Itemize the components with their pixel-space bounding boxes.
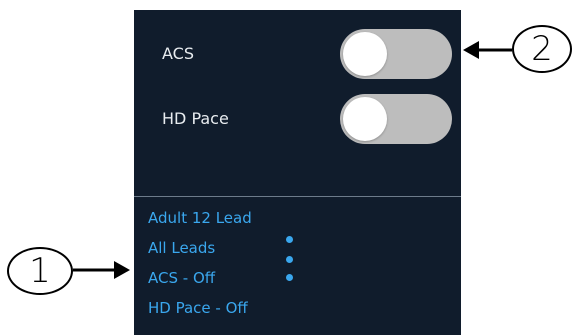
callout-2-arrow: [463, 41, 512, 59]
acs-toggle-row: ACS: [134, 29, 461, 79]
hd-pace-toggle-switch[interactable]: [340, 94, 452, 144]
callout-1-arrow: [73, 261, 130, 279]
hd-pace-toggle-knob: [343, 97, 387, 141]
acs-label: ACS: [162, 44, 194, 63]
hd-pace-toggle-row: HD Pace: [134, 94, 461, 144]
hd-pace-label: HD Pace: [162, 109, 229, 128]
dot: [286, 274, 293, 281]
acs-toggle-knob: [343, 32, 387, 76]
status-item-lead-config: Adult 12 Lead: [148, 209, 252, 227]
acs-toggle-switch[interactable]: [340, 29, 452, 79]
status-item-hd-pace: HD Pace - Off: [148, 299, 248, 317]
panel-divider: [134, 196, 461, 197]
dot: [286, 236, 293, 243]
dot: [286, 256, 293, 263]
settings-panel: ACS HD Pace Adult 12 Lead All Leads ACS …: [134, 10, 461, 335]
callout-marker-1: 1: [7, 247, 73, 295]
callout-marker-2: 2: [512, 25, 572, 73]
annotated-screenshot: ACS HD Pace Adult 12 Lead All Leads ACS …: [0, 0, 575, 335]
vertical-dots-icon[interactable]: [284, 236, 296, 286]
